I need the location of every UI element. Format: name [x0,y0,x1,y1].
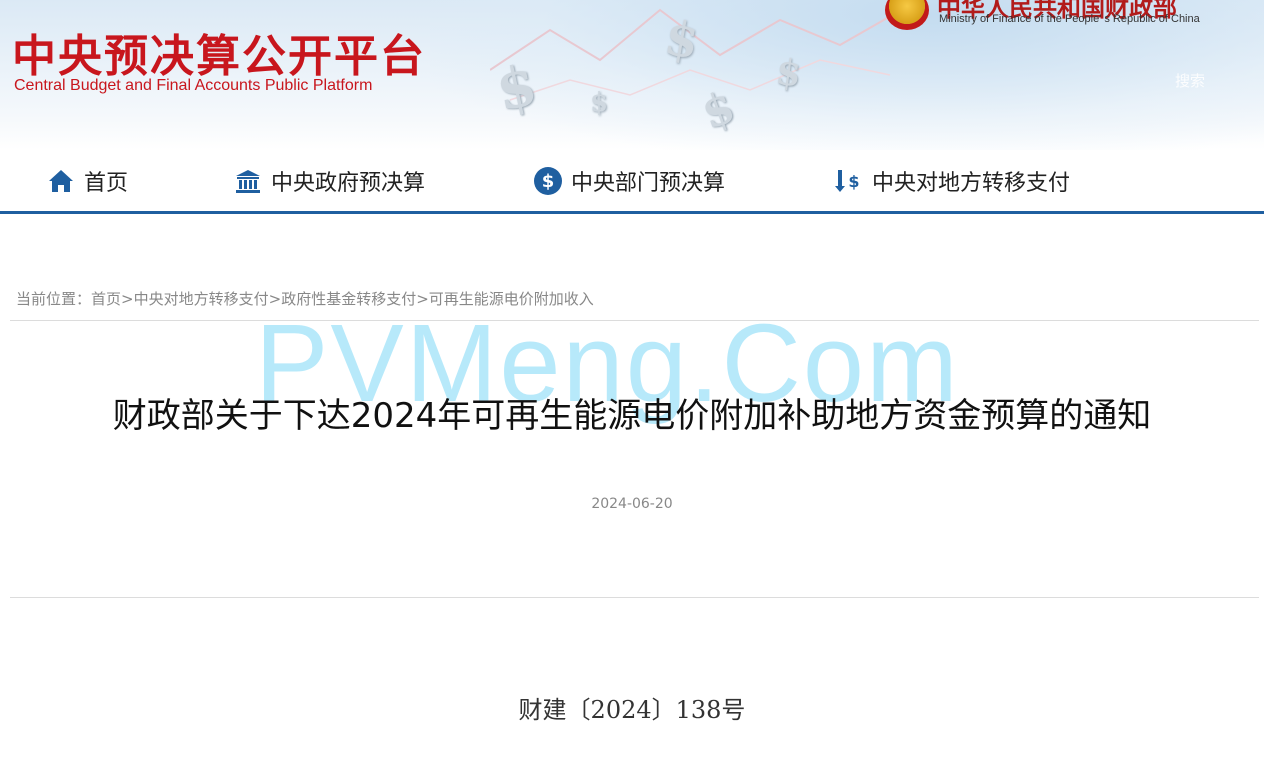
nav-item-central-government-budget[interactable]: 中央政府预决算 [233,164,425,198]
nav-item-label: 中央部门预决算 [571,171,726,196]
ministry-name-en: Ministry of Finance of the People' s Rep… [939,13,1200,25]
svg-text:$: $ [542,171,555,192]
document-number: 财建〔2024〕138号 [518,696,746,724]
nav-item-label: 中央政府预决算 [271,171,426,196]
nav-item-transfer-payment[interactable]: $ 中央对地方转移支付 [834,164,1070,198]
breadcrumb-separator: > [121,290,134,308]
nav-item-home[interactable]: 首页 [46,164,128,198]
breadcrumb-prefix: 当前位置： [16,290,92,308]
home-icon [46,166,76,196]
dollar-circle-icon: $ [533,166,563,196]
article-title: 财政部关于下达2024年可再生能源电价附加补助地方资金预算的通知 [112,396,1152,436]
divider [10,597,1259,598]
nav-item-label: 首页 [84,171,129,196]
breadcrumb-item-transfer-payment[interactable]: 中央对地方转移支付 [134,290,269,308]
government-building-icon [233,166,263,196]
dollar-icon: $ [590,88,609,118]
nav-underline [0,211,1264,214]
transfer-arrows-icon: $ [834,166,864,196]
nav-item-central-department-budget[interactable]: $ 中央部门预决算 [533,164,725,198]
article-date: 2024-06-20 [591,496,673,512]
search-link[interactable]: 搜索 [1175,70,1205,91]
header-banner: $ $ $ $ $ 中央预决算公开平台 Central Budget and F… [0,0,1264,150]
site-logo-subtitle: Central Budget and Final Accounts Public… [14,77,373,94]
breadcrumb-item-home[interactable]: 首页 [91,290,121,308]
site-logo-title[interactable]: 中央预决算公开平台 [12,20,426,84]
nav-item-label: 中央对地方转移支付 [872,171,1071,196]
